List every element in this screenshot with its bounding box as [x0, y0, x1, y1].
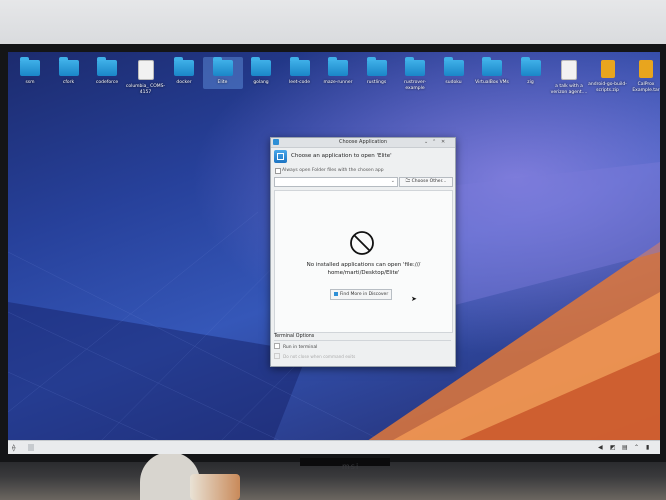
desktop-icon[interactable]: zig — [511, 57, 551, 86]
desktop-icon[interactable]: android-go-build-scripts.zip — [588, 60, 628, 94]
folder-icon — [443, 57, 464, 76]
desktop-icon[interactable]: VirtualBox VMs — [472, 57, 512, 86]
desktop-icon[interactable]: sudoku — [434, 57, 474, 86]
always-open-row[interactable]: Always open Folder files with the chosen… — [271, 166, 455, 176]
folder-icon — [58, 57, 79, 76]
desktop-icon[interactable]: leet-code — [280, 57, 320, 86]
tray-arrow-icon[interactable]: ⌃ — [634, 444, 639, 451]
desktop-icon-label: android-go-build-scripts.zip — [588, 82, 627, 93]
folder-open-icon: 🗀 — [405, 179, 411, 184]
do-not-close-row: Do not close when command exits — [274, 353, 355, 359]
desktop-icon-label: cfork — [62, 80, 75, 85]
choose-other-button[interactable]: 🗀 Choose Other... — [399, 177, 453, 187]
desktop-icon[interactable]: a talk with a verizon agent.... — [549, 60, 589, 96]
minimize-icon[interactable]: ⌄ — [424, 139, 428, 145]
desktop-icon-label: VirtualBox VMs — [475, 80, 509, 85]
dialog-prompt: Choose an application to open 'Elite' — [291, 153, 392, 159]
folder-icon — [20, 57, 40, 76]
do-not-close-label: Do not close when command exits — [283, 354, 356, 359]
choose-other-label: Choose Other... — [411, 179, 447, 184]
desktop-icon-label: CalProx Example.tar — [632, 82, 660, 93]
desk-object — [190, 474, 240, 500]
find-more-discover-button[interactable]: Find More in Discover — [330, 289, 392, 300]
desktop-icon[interactable]: Elite — [202, 57, 243, 89]
folder-icon — [97, 57, 117, 76]
desktop-icon[interactable]: CalProx Example.tar — [626, 60, 660, 94]
desktop-icon[interactable]: rustrover-example — [395, 57, 435, 92]
folder-icon — [212, 57, 233, 76]
archive-icon — [600, 60, 615, 78]
run-in-terminal-checkbox[interactable] — [274, 343, 280, 349]
desktop-icon-label: a talk with a verizon agent.... — [550, 84, 588, 95]
desktop-icons: ssm cfork codeforce columbia_ COMS-4157 dock… — [8, 57, 660, 110]
open-with-icon — [274, 150, 287, 163]
run-in-terminal-row[interactable]: Run in terminal — [274, 343, 317, 350]
discover-icon — [333, 291, 338, 296]
close-icon[interactable]: ✕ — [441, 139, 445, 145]
folder-icon — [520, 57, 541, 76]
desktop-icon-label: sudoku — [445, 80, 462, 85]
archive-icon — [639, 60, 653, 78]
application-combobox[interactable]: ⌄ — [274, 177, 398, 187]
always-open-label: Always open Folder files with the chosen… — [282, 168, 384, 173]
empty-message: No installed applications can open 'file… — [285, 261, 442, 277]
folder-icon — [174, 57, 194, 76]
discover-label: Find More in Discover — [339, 292, 389, 297]
desktop-icon[interactable]: columbia_ COMS-4157 — [126, 60, 166, 96]
desktop-icon-label: rustlings — [366, 80, 387, 85]
dialog-titlebar[interactable]: Choose Application ⌄ ⌃ ✕ — [271, 138, 455, 148]
desktop-icon[interactable]: maze-runner — [318, 57, 358, 86]
show-desktop-icon[interactable]: ▮ — [646, 444, 649, 451]
choose-application-dialog: Choose Application ⌄ ⌃ ✕ Choose an appli… — [270, 137, 456, 367]
desktop-icon-label: Elite — [217, 80, 228, 85]
desktop-icon-label: maze-runner — [323, 80, 353, 85]
folder-icon — [289, 57, 310, 76]
desktop-icon[interactable]: rustlings — [357, 57, 397, 86]
desktop-icon-label: docker — [176, 80, 192, 85]
desktop-icon[interactable]: docker — [164, 57, 204, 86]
app-select-row: ⌄ 🗀 Choose Other... — [271, 176, 455, 188]
desktop-icon-label: rustrover-example — [404, 80, 426, 91]
terminal-options-heading: Terminal Options — [274, 334, 451, 341]
no-entry-icon — [350, 231, 374, 255]
always-open-checkbox[interactable] — [275, 168, 281, 174]
network-icon[interactable]: ◩ — [610, 444, 616, 451]
document-icon — [137, 60, 154, 80]
folder-icon — [366, 57, 387, 76]
desktop-icon[interactable]: cfork — [49, 57, 89, 86]
folder-icon — [405, 57, 425, 76]
desktop-icon[interactable]: golang — [241, 57, 281, 86]
document-icon — [561, 60, 577, 80]
do-not-close-checkbox — [274, 353, 280, 359]
empty-message-line2: home/marti/Desktop/Elite' — [327, 270, 400, 276]
application-list-panel: No installed applications can open 'file… — [274, 190, 453, 333]
maximize-icon[interactable]: ⌃ — [432, 139, 436, 145]
clipboard-icon[interactable]: ▤ — [622, 444, 628, 451]
chevron-down-icon: ⌄ — [390, 178, 395, 184]
desktop-icon-label: leet-code — [288, 80, 311, 85]
monitor-brand: msi — [342, 462, 360, 471]
folder-icon — [251, 57, 271, 76]
desktop-icon-label: golang — [253, 80, 269, 85]
app-launcher-icon[interactable]: ⟠ — [12, 444, 15, 452]
taskbar-task-icon[interactable] — [28, 444, 34, 451]
desktop-icon-label: zig — [527, 80, 534, 85]
mouse-cursor-icon: ➤ — [411, 295, 417, 303]
folder-icon — [482, 57, 502, 76]
empty-message-line1: No installed applications can open 'file… — [306, 262, 421, 268]
taskbar: ⟠ ◀ ◩ ▤ ⌃ ▮ — [8, 440, 660, 454]
volume-icon[interactable]: ◀ — [598, 444, 603, 451]
desk-surface — [0, 462, 666, 500]
desktop-icon-label: codeforce — [95, 80, 119, 85]
desktop-icon-label: ssm — [25, 80, 35, 85]
desktop-icon[interactable]: codeforce — [87, 57, 127, 86]
folder-icon — [328, 57, 348, 76]
run-in-terminal-label: Run in terminal — [283, 345, 318, 350]
desktop-icon[interactable]: ssm — [10, 57, 50, 86]
desktop-icon-label: columbia_ COMS-4157 — [125, 84, 166, 95]
desktop-screen: ssm cfork codeforce columbia_ COMS-4157 dock… — [8, 52, 660, 454]
dialog-header: Choose an application to open 'Elite' — [271, 148, 455, 166]
